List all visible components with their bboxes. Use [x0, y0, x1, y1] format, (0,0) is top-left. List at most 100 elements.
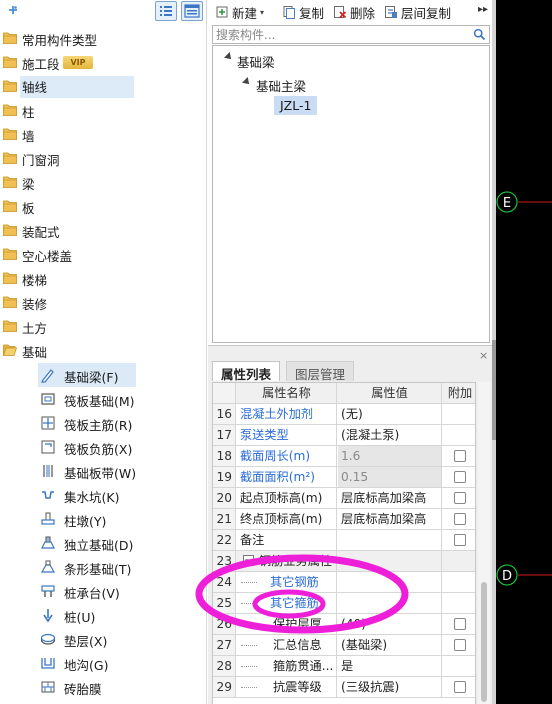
category-item[interactable]: 施工段 — [0, 50, 206, 74]
pin-icon[interactable] — [6, 3, 20, 17]
folder-icon — [3, 56, 17, 68]
tab-layer-management[interactable]: 图层管理 — [286, 361, 355, 382]
category-item[interactable]: 空心楼盖 — [0, 242, 206, 266]
raft-negative-rebar-icon — [41, 440, 55, 454]
properties-scrollbar-thumb[interactable] — [481, 582, 487, 702]
copy-button[interactable]: 复制 — [282, 2, 324, 22]
property-extra-cell — [443, 635, 475, 655]
foundation-sub-item[interactable]: 筏板负筋(X) — [38, 435, 206, 459]
property-row[interactable]: 28 箍筋贯通... 是 — [213, 656, 475, 677]
tree-expand-child-icon[interactable] — [242, 77, 252, 87]
toolbar-more-button[interactable]: ▸▸ — [478, 4, 488, 15]
foundation-sub-item[interactable]: 垫层(X) — [38, 627, 206, 651]
tree-node-foundation-beam[interactable]: 基础梁 — [237, 52, 275, 71]
category-item[interactable]: 轴线 — [0, 74, 206, 98]
search-icon[interactable] — [473, 28, 486, 41]
property-row[interactable]: 24 其它钢筋 — [213, 572, 475, 593]
header-name: 属性名称 — [237, 383, 337, 403]
property-value[interactable] — [338, 593, 442, 613]
property-value[interactable]: (40) — [338, 614, 442, 634]
extra-checkbox[interactable] — [454, 681, 466, 693]
foundation-sub-item[interactable]: 桩(U) — [38, 603, 206, 627]
category-item[interactable]: 常用构件类型 — [0, 26, 206, 50]
property-extra-cell — [443, 551, 475, 571]
extra-checkbox[interactable] — [454, 534, 466, 546]
component-search-input[interactable] — [214, 26, 469, 43]
folder-icon — [3, 248, 17, 260]
foundation-sub-item[interactable]: 砖胎膜 — [38, 675, 206, 699]
property-row[interactable]: 29 抗震等级 (三级抗震) — [213, 677, 475, 698]
extra-checkbox[interactable] — [454, 450, 466, 462]
property-value[interactable] — [338, 551, 442, 571]
property-value[interactable] — [338, 530, 442, 550]
drawing-canvas[interactable]: E D — [496, 0, 552, 704]
extra-checkbox[interactable] — [454, 513, 466, 525]
foundation-sub-item[interactable]: 筏板主筋(R) — [38, 411, 206, 435]
foundation-sub-item[interactable]: 基础板带(W) — [38, 459, 206, 483]
property-row[interactable]: 20 起点顶标高(m) 层底标高加梁高 — [213, 488, 475, 509]
sump-pit-icon — [42, 491, 54, 499]
properties-close-icon[interactable]: × — [479, 349, 488, 362]
category-item[interactable]: 土方 — [0, 314, 206, 338]
property-value[interactable]: (三级抗震) — [338, 677, 442, 697]
delete-button[interactable]: 删除 — [333, 2, 375, 22]
foundation-sub-item[interactable]: 集水坑(K) — [38, 483, 206, 507]
property-row[interactable]: 22 备注 — [213, 530, 475, 551]
property-value[interactable]: (混凝土泵) — [338, 425, 442, 445]
property-row[interactable]: 27 汇总信息 (基础梁) — [213, 635, 475, 656]
property-extra-cell — [443, 488, 475, 508]
delete-icon — [334, 6, 347, 19]
property-value[interactable]: 层底标高加梁高 — [338, 488, 442, 508]
properties-scrollbar[interactable] — [478, 382, 490, 704]
foundation-sub-item[interactable]: 独立基础(D) — [38, 531, 206, 555]
extra-checkbox[interactable] — [454, 618, 466, 630]
property-value[interactable]: 层底标高加梁高 — [338, 509, 442, 529]
property-row[interactable]: 17 泵送类型 (混凝土泵) — [213, 425, 475, 446]
category-item[interactable]: 柱 — [0, 98, 206, 122]
new-button[interactable]: 新建 ▾ — [215, 2, 264, 22]
list-view-button[interactable] — [155, 1, 177, 21]
category-item[interactable]: 装修 — [0, 290, 206, 314]
category-item[interactable]: 楼梯 — [0, 266, 206, 290]
extra-checkbox[interactable] — [454, 639, 466, 651]
property-value[interactable]: 1.6 — [338, 446, 442, 466]
category-label: 轴线 — [20, 76, 134, 98]
tree-node-jzl-1[interactable]: JZL-1 — [274, 96, 318, 115]
foundation-sub-item[interactable]: 筏板基础(M) — [38, 387, 206, 411]
category-item[interactable]: 装配式 — [0, 218, 206, 242]
property-row[interactable]: 18 截面周长(m) 1.6 — [213, 446, 475, 467]
category-item[interactable]: 板 — [0, 194, 206, 218]
property-row[interactable]: 26 保护层厚... (40) — [213, 614, 475, 635]
foundation-sub-item[interactable]: 基础梁(F) — [38, 363, 136, 387]
extra-checkbox[interactable] — [454, 471, 466, 483]
collapse-group-icon[interactable]: − — [243, 555, 254, 566]
tab-property-list[interactable]: 属性列表 — [212, 361, 281, 382]
category-item[interactable]: 梁 — [0, 170, 206, 194]
foundation-sub-item[interactable]: 柱墩(Y) — [38, 507, 206, 531]
property-row[interactable]: 25 其它箍筋 — [213, 593, 475, 614]
delete-label: 删除 — [350, 5, 376, 21]
property-value[interactable]: (基础梁) — [338, 635, 442, 655]
tree-expand-root-icon[interactable] — [224, 52, 234, 62]
detail-view-button[interactable] — [181, 1, 203, 21]
category-item[interactable]: 门窗洞 — [0, 146, 206, 170]
property-value[interactable]: 0.15 — [338, 467, 442, 487]
tree-node-main-beam[interactable]: 基础主梁 — [256, 76, 306, 95]
property-row[interactable]: 16 混凝土外加剂 (无) — [213, 404, 475, 425]
foundation-sub-item[interactable]: 条形基础(T) — [38, 555, 206, 579]
foundation-sub-item[interactable]: 地沟(G) — [38, 651, 206, 675]
extra-checkbox[interactable] — [454, 492, 466, 504]
component-toolbar: 新建 ▾ 复制 删除 层间复制 — [208, 0, 492, 24]
property-extra-cell — [443, 677, 475, 697]
property-row[interactable]: 21 终点顶标高(m) 层底标高加梁高 — [213, 509, 475, 530]
property-name: 混凝土外加剂 — [237, 404, 337, 424]
property-row[interactable]: 23 钢筋业务属性 − — [213, 551, 475, 572]
floor-copy-button[interactable]: 层间复制 — [384, 2, 451, 22]
foundation-sub-item[interactable]: 桩承台(V) — [38, 579, 206, 603]
property-value[interactable]: 是 — [338, 656, 442, 676]
property-row[interactable]: 19 截面面积(m²) 0.15 — [213, 467, 475, 488]
property-value[interactable]: (无) — [338, 404, 442, 424]
property-value[interactable] — [338, 572, 442, 592]
category-item[interactable]: 基础 — [0, 338, 206, 362]
category-item[interactable]: 墙 — [0, 122, 206, 146]
